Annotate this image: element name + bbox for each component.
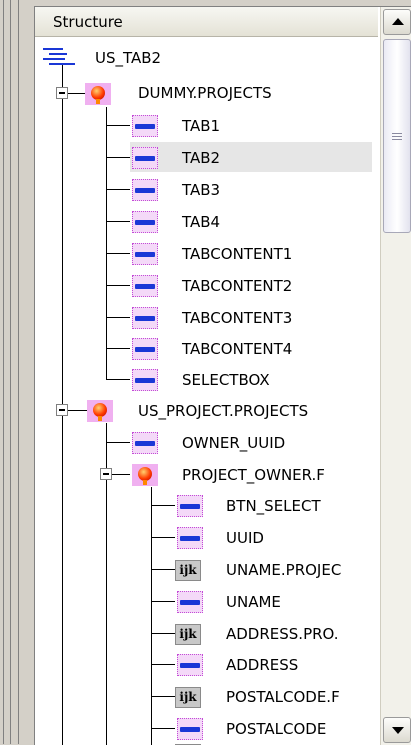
- tree-connector: [106, 221, 130, 222]
- tree-connector: [106, 107, 107, 379]
- tree-node-tab1[interactable]: TAB1: [182, 116, 220, 136]
- tree-node-tab2[interactable]: TAB2: [182, 148, 220, 168]
- tree-connector: [106, 189, 130, 190]
- collapse-toggle[interactable]: [56, 87, 68, 99]
- structure-header[interactable]: Structure: [35, 7, 378, 37]
- chevron-up-icon: [392, 18, 404, 25]
- gutter-divider: [10, 0, 11, 744]
- table-icon: [83, 81, 113, 107]
- field-icon: [175, 589, 205, 615]
- label-icon: [172, 741, 202, 745]
- tree-node-address[interactable]: ADDRESS: [226, 655, 298, 675]
- chevron-down-icon: [392, 727, 404, 734]
- label-icon: ijk: [172, 684, 202, 710]
- tree-node-postalcode-f[interactable]: POSTALCODE.F: [226, 687, 340, 707]
- tree-connector: [106, 285, 130, 286]
- tree-connector: [151, 537, 175, 538]
- tree-connector: [106, 348, 130, 349]
- tree-node-tabcontent1[interactable]: TABCONTENT1: [182, 244, 292, 264]
- field-icon: [175, 493, 205, 519]
- collapse-toggle[interactable]: [100, 468, 112, 480]
- tree-root-label[interactable]: US_TAB2: [95, 48, 161, 68]
- tree-node-project-owner[interactable]: PROJECT_OWNER.F: [182, 465, 325, 485]
- collapse-toggle[interactable]: [56, 404, 68, 416]
- tree-connector: [106, 125, 130, 126]
- field-icon: [130, 209, 160, 235]
- table-icon: [85, 398, 115, 424]
- field-icon: [130, 430, 160, 456]
- vertical-scrollbar[interactable]: [380, 7, 411, 745]
- tree-node-tabcontent3[interactable]: TABCONTENT3: [182, 308, 292, 328]
- structure-icon: [43, 45, 75, 67]
- structure-tree: US_TAB2 DUMMY.PROJECTS TAB1 TAB2 TAB3 TA…: [35, 37, 378, 745]
- scroll-up-button[interactable]: [383, 9, 411, 35]
- tree-connector: [106, 379, 130, 380]
- tree-node-tab3[interactable]: TAB3: [182, 180, 220, 200]
- tree-node-tabcontent4[interactable]: TABCONTENT4: [182, 339, 292, 359]
- tree-node-uname-project[interactable]: UNAME.PROJEC: [226, 560, 341, 580]
- tree-connector: [106, 442, 130, 443]
- tree-node-btn-select[interactable]: BTN_SELECT: [226, 496, 321, 516]
- tree-node-dummy-projects[interactable]: DUMMY.PROJECTS: [138, 83, 272, 103]
- field-icon: [130, 367, 160, 393]
- scroll-down-button[interactable]: [383, 717, 411, 743]
- gutter-divider: [18, 0, 19, 744]
- field-icon: [130, 113, 160, 139]
- tree-connector: [151, 728, 175, 729]
- selected-row[interactable]: [130, 142, 372, 172]
- tree-node-owner-uuid[interactable]: OWNER_UUID: [182, 433, 285, 453]
- scrollbar-thumb[interactable]: [383, 39, 411, 233]
- tree-connector: [62, 63, 63, 411]
- field-icon: [130, 273, 160, 299]
- tree-node-us-project-projects[interactable]: US_PROJECT.PROJECTS: [138, 401, 308, 421]
- field-icon: [130, 241, 160, 267]
- tree-connector: [151, 505, 175, 506]
- tree-node-address-pro[interactable]: ADDRESS.PRO.: [226, 624, 339, 644]
- tree-node-uuid[interactable]: UUID: [226, 528, 264, 548]
- tree-connector: [112, 474, 130, 475]
- tree-connector: [106, 157, 130, 158]
- label-icon: ijk: [172, 621, 202, 647]
- field-icon: [130, 177, 160, 203]
- tree-node-uname[interactable]: UNAME: [226, 592, 281, 612]
- tree-connector: [106, 253, 130, 254]
- label-icon: ijk: [172, 557, 202, 583]
- structure-panel: Structure US_TAB2 DUMMY.PROJECTS TAB1 TA…: [34, 6, 411, 745]
- gutter-divider: [3, 0, 4, 744]
- tree-connector: [151, 664, 175, 665]
- field-icon: [130, 305, 160, 331]
- tree-node-tab4[interactable]: TAB4: [182, 212, 220, 232]
- tree-node-tabcontent2[interactable]: TABCONTENT2: [182, 276, 292, 296]
- field-icon: [130, 145, 160, 171]
- field-icon: [175, 716, 205, 742]
- left-gutter: [0, 0, 22, 744]
- tree-node-postalcode[interactable]: POSTALCODE: [226, 719, 326, 739]
- tree-connector: [106, 317, 130, 318]
- tree-node-selectbox[interactable]: SELECTBOX: [182, 370, 270, 390]
- tree-connector: [151, 601, 175, 602]
- table-icon: [130, 462, 160, 488]
- field-icon: [175, 652, 205, 678]
- tree-connector: [62, 410, 63, 745]
- field-icon: [175, 525, 205, 551]
- tree-connector: [151, 487, 152, 745]
- field-icon: [130, 336, 160, 362]
